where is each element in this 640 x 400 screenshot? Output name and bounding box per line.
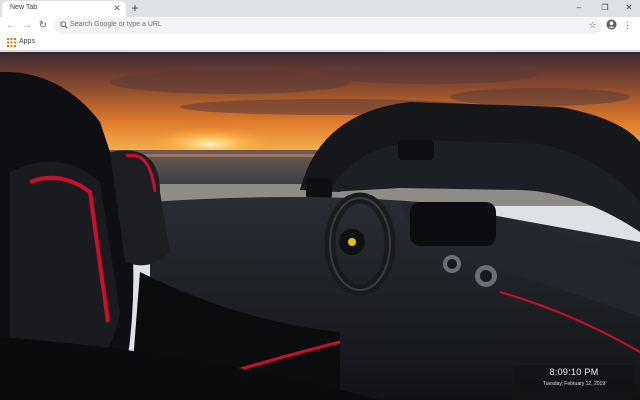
apps-link[interactable]: Apps	[19, 38, 35, 45]
forward-button[interactable]: →	[20, 19, 34, 33]
profile-avatar-icon[interactable]	[606, 19, 617, 30]
close-icon[interactable]: ✕	[112, 2, 122, 14]
reload-button[interactable]: ↻	[36, 19, 50, 33]
tab-strip: New Tab ✕ + – ❐ ✕	[0, 0, 640, 17]
back-button[interactable]: ←	[4, 19, 18, 33]
restore-button[interactable]: ❐	[592, 0, 618, 15]
bookmark-star-icon[interactable]: ☆	[587, 19, 598, 31]
bookmarks-bar: Apps	[0, 35, 640, 51]
clock-date: Tuesday, February 12, 2019	[542, 381, 606, 387]
wallpaper-image	[0, 52, 640, 400]
tab-new-tab[interactable]: New Tab ✕	[2, 1, 126, 17]
clock-time: 8:09:10 PM	[549, 367, 599, 377]
menu-icon[interactable]: ⋮	[623, 19, 632, 31]
omnibox[interactable]: Search Google or type a URL	[54, 18, 602, 34]
new-tab-button[interactable]: +	[129, 1, 141, 15]
omnibox-placeholder: Search Google or type a URL	[70, 21, 162, 28]
minimize-button[interactable]: –	[566, 0, 592, 15]
toolbar: ← → ↻ Search Google or type a URL ☆	[0, 17, 640, 35]
clock-widget: 8:09:10 PM Tuesday, February 12, 2019	[513, 365, 635, 393]
new-tab-page: 8:09:10 PM Tuesday, February 12, 2019	[0, 52, 640, 400]
apps-grid-icon[interactable]	[7, 38, 16, 47]
window-close-button[interactable]: ✕	[616, 0, 640, 15]
search-icon	[60, 21, 68, 29]
tab-title: New Tab	[10, 4, 38, 11]
